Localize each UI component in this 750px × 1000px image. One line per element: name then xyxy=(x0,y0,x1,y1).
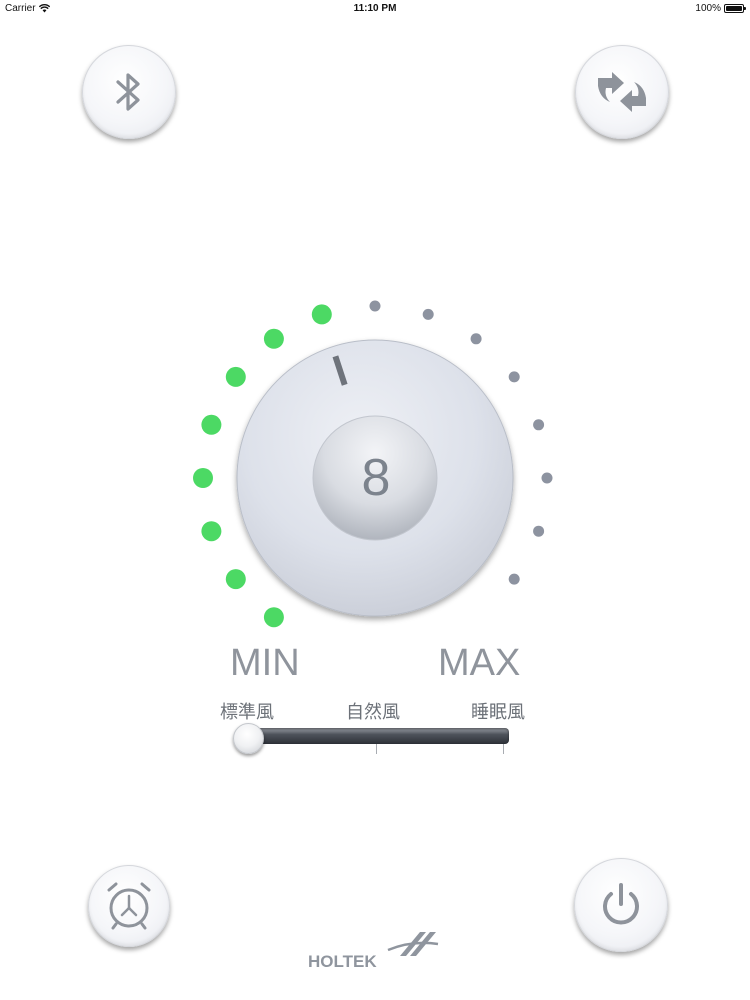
swap-arrows-icon xyxy=(594,72,650,112)
battery-icon xyxy=(724,4,746,13)
status-bar: Carrier 11:10 PM 100% xyxy=(0,0,750,18)
level-dot-inactive xyxy=(470,333,482,345)
power-button[interactable] xyxy=(574,858,668,952)
refresh-button[interactable] xyxy=(575,45,669,139)
holtek-logo-mark: HOLTEK xyxy=(308,932,439,970)
bluetooth-icon xyxy=(114,71,144,113)
level-dot-inactive xyxy=(533,419,545,431)
level-dot-active xyxy=(311,304,332,325)
mode-label-sleep: 睡眠風 xyxy=(471,702,525,722)
level-dot-active xyxy=(225,569,246,590)
status-battery-group: 100% xyxy=(695,3,746,14)
level-dot-active xyxy=(263,607,284,628)
speed-value: 8 xyxy=(361,449,391,507)
mode-label-natural: 自然風 xyxy=(346,702,400,722)
level-dot-inactive xyxy=(508,371,520,383)
level-dot-active xyxy=(263,328,284,349)
mode-slider-thumb[interactable] xyxy=(233,723,264,754)
level-dot-active xyxy=(201,414,222,435)
min-label: MIN xyxy=(230,642,300,684)
alarm-clock-icon xyxy=(103,880,155,932)
slider-tick xyxy=(503,744,504,754)
level-dot-inactive xyxy=(541,472,553,484)
mode-label-standard: 標準風 xyxy=(220,702,274,722)
level-dot-active xyxy=(201,521,222,542)
slider-tick xyxy=(376,744,377,754)
battery-percent: 100% xyxy=(695,3,721,14)
level-dot-inactive xyxy=(508,573,520,585)
holtek-logo: HOLTEK xyxy=(308,926,440,970)
bluetooth-button[interactable] xyxy=(82,45,176,139)
mode-slider-track[interactable] xyxy=(240,728,509,744)
level-dot-active xyxy=(225,366,246,387)
status-time: 11:10 PM xyxy=(353,3,397,14)
level-dot-inactive xyxy=(422,308,434,320)
svg-text:HOLTEK: HOLTEK xyxy=(308,952,377,970)
timer-button[interactable] xyxy=(88,865,170,947)
level-dot-active xyxy=(193,468,213,488)
level-dot-inactive xyxy=(369,300,381,312)
level-dot-inactive xyxy=(533,525,545,537)
power-icon xyxy=(599,882,643,928)
max-label: MAX xyxy=(438,642,521,684)
